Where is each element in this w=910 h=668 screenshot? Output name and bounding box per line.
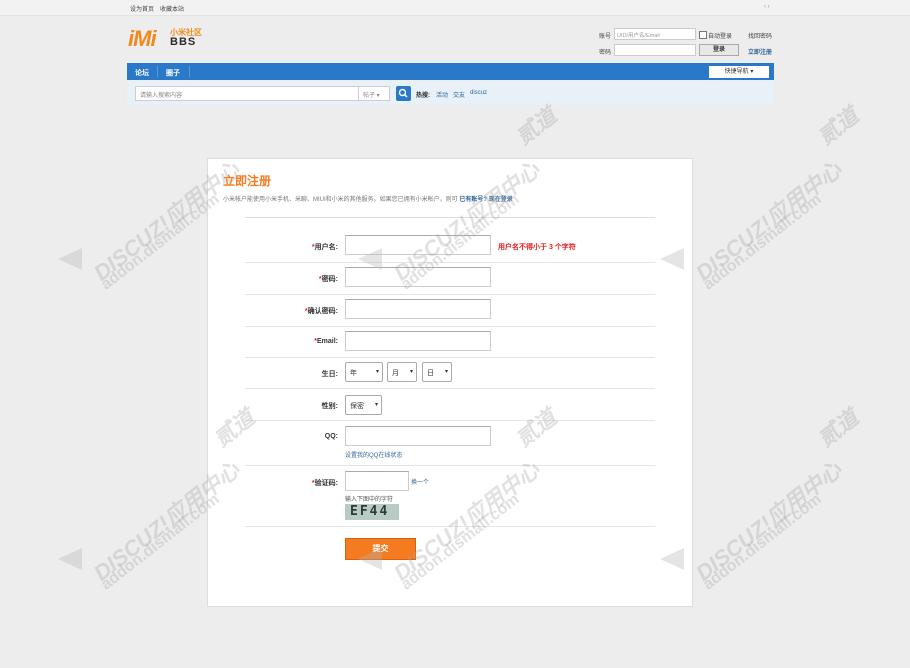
gender-select[interactable]: 保密 ▾ (345, 395, 382, 415)
account-input[interactable]: UID/用户名/Email (614, 28, 696, 40)
divider (245, 294, 655, 295)
birth-year-value: 年 (350, 370, 357, 377)
nav-item-forum[interactable]: 论坛 (135, 68, 149, 78)
watermark-arrow-icon (660, 248, 684, 270)
register-link[interactable]: 立即注册 (748, 47, 772, 56)
email-label: *Email: (258, 338, 338, 345)
password-input[interactable] (614, 44, 696, 56)
quick-nav-button[interactable]: 快捷导航 ▾ (709, 66, 769, 78)
divider (245, 388, 655, 389)
username-hint: 用户名不得小于 3 个字符 (498, 244, 576, 251)
watermark-arrow-icon (58, 548, 82, 570)
watermark-brand: 贰道 (813, 404, 864, 452)
search-icon (398, 88, 408, 98)
captcha-hint: 输入下图中的字符 (345, 497, 394, 503)
toggle-icon[interactable]: ‹ › (764, 4, 770, 10)
password-field-label: *密码: (258, 274, 338, 284)
captcha-label: *验证码: (258, 478, 338, 488)
watermark-brand: 贰道 (511, 102, 562, 150)
auto-login-label: 自动登录 (708, 34, 733, 40)
birth-year-select[interactable]: 年 ▾ (345, 362, 383, 382)
has-account-link[interactable]: 已有账号? (459, 197, 487, 203)
password-label-text: 密码: (321, 276, 338, 283)
birth-month-value: 月 (392, 370, 399, 377)
description-text: 小米帐户能使用小米手机、米聊、MIUI和小米的其他服务。如果您已拥有小米帐户，则… (223, 197, 458, 203)
qq-label: QQ: (324, 433, 338, 440)
captcha-refresh-link[interactable]: 换一个 (411, 477, 429, 486)
register-card (207, 158, 693, 607)
watermark-url: addon.dismall.com (700, 190, 825, 294)
nav-divider (157, 66, 158, 77)
watermark-arrow-icon (358, 248, 382, 270)
watermark-url: addon.dismall.com (98, 190, 223, 294)
divider (245, 420, 655, 421)
gender-label: 性别: (321, 403, 338, 410)
birth-day-select[interactable]: 日 ▾ (422, 362, 452, 382)
captcha-image[interactable]: EF44 (345, 504, 399, 520)
captcha-input[interactable] (345, 471, 409, 491)
qq-field[interactable] (345, 426, 491, 446)
nav-divider (189, 66, 190, 77)
divider (245, 357, 655, 358)
page-title: 立即注册 (223, 174, 272, 188)
email-label-text: Email: (316, 338, 338, 345)
watermark-arrow-icon (660, 548, 684, 570)
login-button[interactable]: 登录 (699, 44, 739, 56)
divider (245, 326, 655, 327)
hot-search-label: 热搜: (416, 93, 430, 99)
set-home-link[interactable]: 设为首页 (130, 4, 154, 13)
birthday-label: 生日: (321, 371, 338, 378)
watermark-brand: 贰道 (813, 102, 864, 150)
divider (245, 262, 655, 263)
watermark-url: addon.dismall.com (98, 490, 223, 594)
register-description: 小米帐户能使用小米手机、米聊、MIUI和小米的其他服务。如果您已拥有小米帐户，则… (223, 194, 513, 203)
chevron-down-icon: ▾ (409, 369, 413, 375)
password-label: 密码 (599, 50, 612, 56)
nav-item-group[interactable]: 圈子 (166, 68, 180, 78)
confirm-password-label-text: 确认密码: (307, 308, 338, 315)
logo-imi: iMi (128, 26, 157, 51)
hot-search-item[interactable]: 活动 (436, 90, 448, 99)
logo-bbs: BBS (170, 36, 197, 48)
watermark-url: addon.dismall.com (700, 490, 825, 594)
chevron-down-icon: ▾ (444, 369, 448, 375)
watermark-text: DISCUZ!应用中心 (691, 456, 847, 586)
login-now-link[interactable]: 现在登录 (489, 197, 513, 203)
main-nav: 论坛 圈子 (127, 63, 774, 80)
hot-search-item[interactable]: 交友 (453, 90, 465, 99)
chevron-down-icon: ▾ (375, 369, 379, 375)
account-label: 账号 (599, 34, 612, 40)
watermark-arrow-icon (358, 548, 382, 570)
chevron-down-icon: ▾ (374, 402, 378, 408)
qq-status-link[interactable]: 设置我的QQ在线状态 (345, 450, 402, 459)
confirm-password-field[interactable] (345, 299, 491, 319)
username-label-text: 用户名: (314, 244, 338, 251)
gender-value: 保密 (350, 403, 364, 410)
find-password-link[interactable]: 找回密码 (748, 31, 772, 40)
watermark-text: DISCUZ!应用中心 (691, 156, 847, 286)
divider (245, 217, 655, 218)
password-field[interactable] (345, 267, 491, 287)
bookmark-link[interactable]: 收藏本站 (160, 4, 184, 13)
captcha-label-text: 验证码: (314, 480, 338, 487)
confirm-password-label: *确认密码: (258, 306, 338, 316)
username-label: *用户名: (258, 242, 338, 252)
birth-day-value: 日 (427, 370, 434, 377)
divider (245, 526, 655, 527)
auto-login-checkbox[interactable] (699, 31, 707, 39)
search-type-select[interactable]: 帖子 ▾ (358, 86, 390, 101)
divider (245, 465, 655, 466)
top-bar: 设为首页 收藏本站 ‹ › (0, 0, 910, 16)
search-input[interactable]: 请输入搜索内容 (135, 86, 360, 101)
birth-month-select[interactable]: 月 ▾ (387, 362, 417, 382)
search-button[interactable] (396, 86, 411, 101)
captcha-image-text: EF44 (350, 504, 390, 519)
email-field[interactable] (345, 331, 491, 351)
watermark-arrow-icon (58, 248, 82, 270)
hot-search-item[interactable]: discuz (470, 90, 487, 96)
